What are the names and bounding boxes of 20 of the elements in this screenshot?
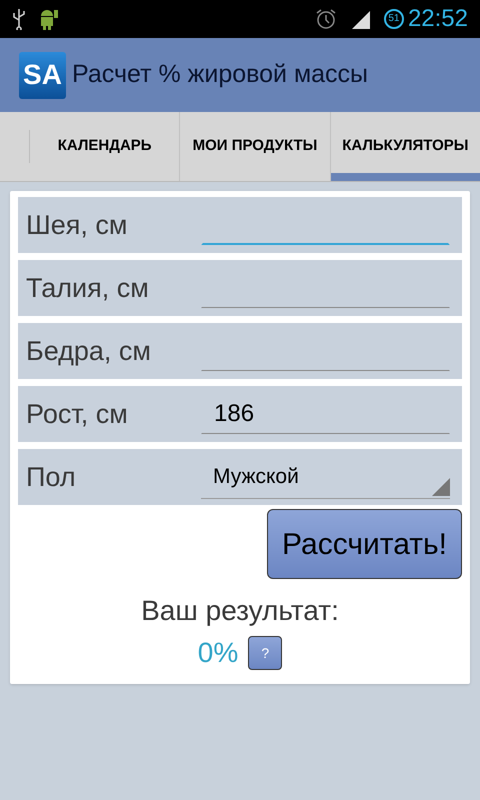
field-label: Бедра, см xyxy=(26,334,152,368)
input-field[interactable]: 186 xyxy=(201,394,450,434)
tab[interactable]: МОИ ПРОДУКТЫ xyxy=(180,112,331,181)
dropdown-arrow-icon xyxy=(432,478,450,496)
calculate-button[interactable]: Рассчитать! xyxy=(267,509,462,579)
app-logo: SA xyxy=(19,52,66,98)
alarm-icon xyxy=(314,7,338,31)
dropdown[interactable]: Мужской xyxy=(201,455,450,499)
result-label: Ваш результат: xyxy=(141,594,339,628)
app-title: Расчет % жировой массы xyxy=(72,59,368,90)
result-value: 0% xyxy=(198,636,238,670)
usb-icon xyxy=(12,8,26,30)
clock: 22:52 xyxy=(408,7,468,31)
battery-level: 51 xyxy=(384,9,404,29)
tab[interactable]: КАЛЬКУЛЯТОРЫ xyxy=(330,112,480,181)
field-label: Рост, см xyxy=(26,398,129,431)
field-label: Шея, см xyxy=(26,208,128,242)
tab[interactable]: КАЛЕНДАРЬ xyxy=(30,112,180,181)
field-label: Талия, см xyxy=(26,272,150,305)
field-label: Пол xyxy=(26,460,77,494)
